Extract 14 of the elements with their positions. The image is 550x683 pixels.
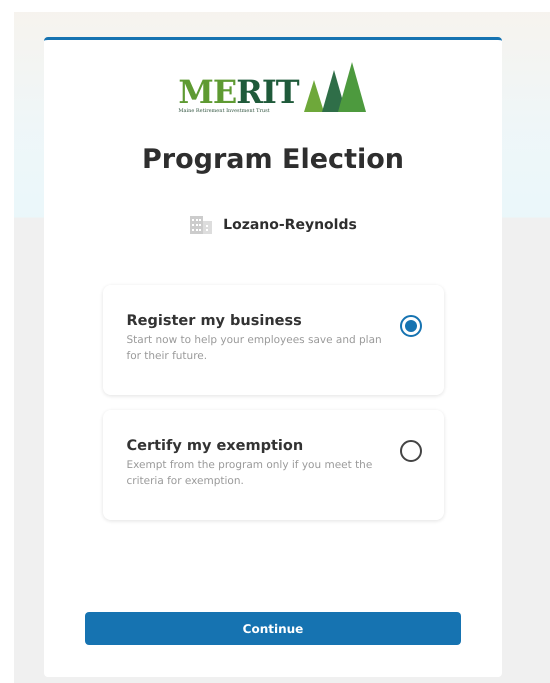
radio-button[interactable] [400,440,422,462]
page-title: Program Election [142,144,404,175]
pine-trees-icon [302,62,368,114]
option-description: Exempt from the program only if you meet the criteria for exemption. [126,458,374,489]
option-title: Register my business [126,313,303,329]
option-title: Certify my exemption [126,438,304,454]
option-card[interactable]: Register my business Start now to help your employees save and plan for their future. [102,285,444,395]
building-icon [189,215,214,235]
continue-button[interactable]: Continue [85,612,461,645]
radio-button[interactable] [400,315,422,337]
option-card[interactable]: Certify my exemption Exempt from the program only if you meet the criteria for exemption. [102,410,444,520]
logo-wordmark: MERIT [178,77,299,107]
option-description: Start now to help your employees save and plan for their future. [126,333,383,364]
company-name: Lozano-Reynolds [223,217,357,233]
